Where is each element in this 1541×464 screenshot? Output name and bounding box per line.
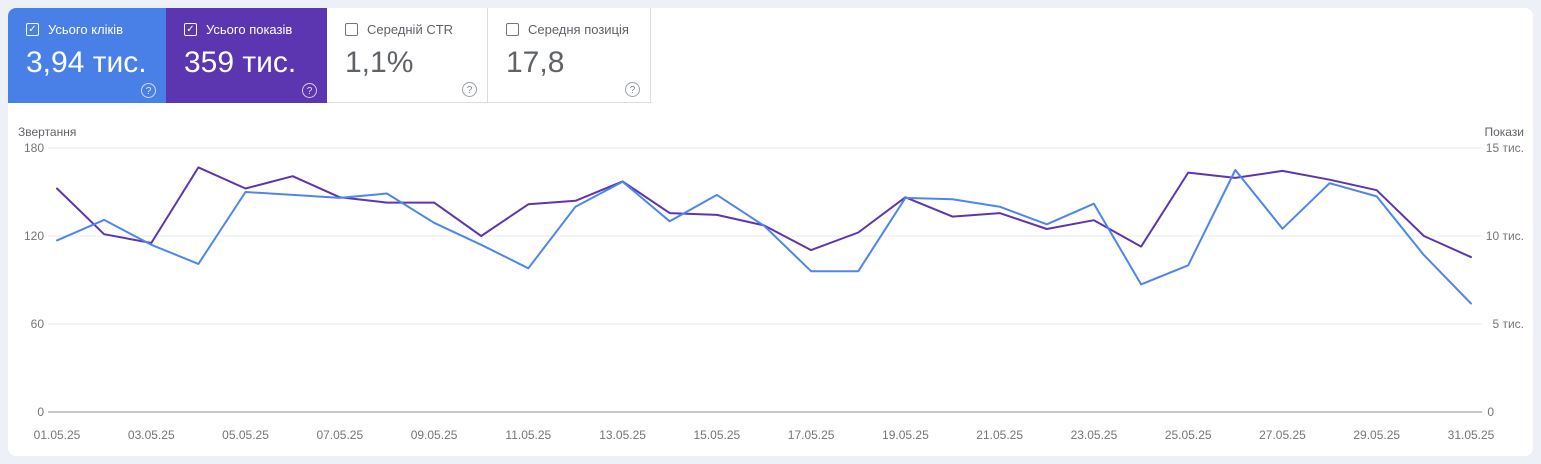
metric-card-total-clicks[interactable]: ✓ Усього кліків 3,94 тис. ?	[8, 8, 166, 103]
right-axis-tick-label: 0	[1487, 405, 1494, 419]
left-axis-title: Звертання	[18, 125, 76, 139]
card-label-row: ✓ Усього кліків	[26, 22, 166, 37]
x-axis-date-label: 13.05.25	[599, 428, 646, 442]
metric-cards-row: ✓ Усього кліків 3,94 тис. ? ✓ Усього пок…	[8, 8, 651, 103]
left-axis-tick-label: 60	[31, 317, 45, 331]
checkbox-checked-icon[interactable]: ✓	[26, 23, 39, 36]
metric-card-average-position[interactable]: Середня позиція 17,8 ?	[488, 8, 651, 103]
metric-value: 3,94 тис.	[26, 46, 147, 79]
help-icon[interactable]: ?	[625, 82, 640, 97]
checkbox-unchecked-icon[interactable]	[345, 23, 358, 36]
right-axis-title: Покази	[1484, 125, 1524, 139]
x-axis-date-label: 09.05.25	[411, 428, 458, 442]
x-axis-date-label: 15.05.25	[694, 428, 741, 442]
metric-label: Середня позиція	[528, 22, 629, 37]
x-axis-date-label: 31.05.25	[1448, 428, 1495, 442]
x-axis-date-label: 17.05.25	[788, 428, 835, 442]
left-axis-tick-label: 0	[37, 405, 44, 419]
performance-panel: ✓ Усього кліків 3,94 тис. ? ✓ Усього пок…	[8, 8, 1533, 456]
help-icon[interactable]: ?	[462, 82, 477, 97]
right-axis-tick-label: 5 тис.	[1492, 317, 1524, 331]
help-icon[interactable]: ?	[302, 83, 317, 98]
metric-value: 17,8	[506, 46, 565, 79]
card-label-row: Середній CTR	[345, 22, 487, 37]
x-axis-date-label: 21.05.25	[976, 428, 1023, 442]
left-axis-tick-label: 180	[24, 141, 44, 155]
x-axis-date-label: 19.05.25	[882, 428, 929, 442]
x-axis-date-label: 29.05.25	[1353, 428, 1400, 442]
help-icon[interactable]: ?	[141, 83, 156, 98]
x-axis-date-label: 27.05.25	[1259, 428, 1306, 442]
x-axis-date-label: 25.05.25	[1165, 428, 1212, 442]
right-axis-tick-label: 10 тис.	[1486, 229, 1524, 243]
metric-label: Усього показів	[206, 22, 293, 37]
x-axis-date-label: 03.05.25	[128, 428, 175, 442]
checkbox-unchecked-icon[interactable]	[506, 23, 519, 36]
performance-chart[interactable]: 0 0 60 5 тис. 120 10 тис. 180 15 тис. Звертання П…	[8, 115, 1533, 456]
card-label-row: ✓ Усього показів	[184, 22, 327, 37]
x-axis-date-label: 01.05.25	[34, 428, 81, 442]
clicks-line	[56, 169, 1472, 305]
metric-label: Усього кліків	[48, 22, 123, 37]
impressions-line	[56, 166, 1472, 259]
checkbox-checked-icon[interactable]: ✓	[184, 23, 197, 36]
metric-label: Середній CTR	[367, 22, 454, 37]
right-axis-tick-label: 15 тис.	[1486, 141, 1524, 155]
metric-value: 359 тис.	[184, 46, 297, 79]
metric-value: 1,1%	[345, 46, 414, 79]
left-axis-tick-label: 120	[24, 229, 44, 243]
x-axis-date-label: 05.05.25	[222, 428, 269, 442]
x-axis-date-label: 23.05.25	[1071, 428, 1118, 442]
card-label-row: Середня позиція	[506, 22, 650, 37]
metric-card-average-ctr[interactable]: Середній CTR 1,1% ?	[327, 8, 488, 103]
x-axis-date-label: 07.05.25	[316, 428, 363, 442]
metric-card-total-impressions[interactable]: ✓ Усього показів 359 тис. ?	[166, 8, 327, 103]
x-axis-date-label: 11.05.25	[505, 428, 551, 442]
